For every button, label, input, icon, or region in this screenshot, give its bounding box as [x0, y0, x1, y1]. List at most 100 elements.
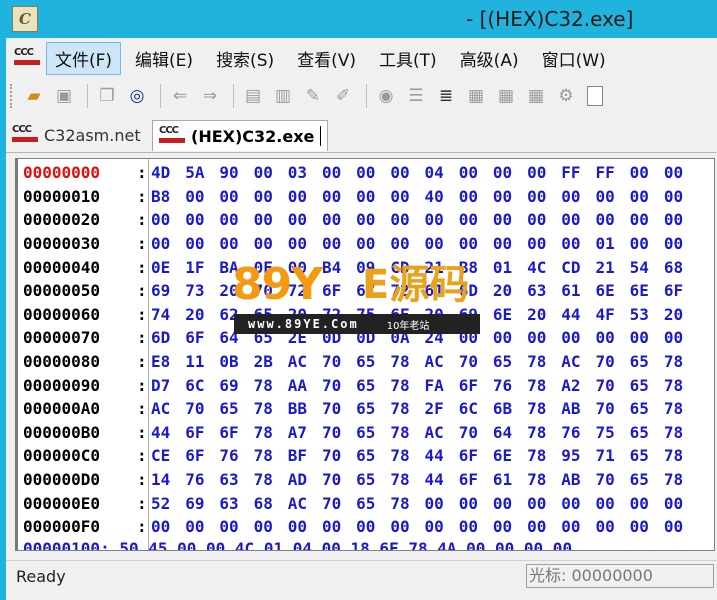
hex-row[interactable]: 000000D0:14 76 63 78 AD 70 65 78 44 6F 61 78 AB 70 65 7…	[23, 468, 698, 492]
hex-row[interactable]: 000000C0: CE 6F 76 78 BF 70 65 78 44 6F 6E 78 95 71 65 7…	[23, 444, 698, 468]
hex-byte[interactable]: 6F	[185, 328, 219, 347]
hex-byte[interactable]: 00	[322, 234, 356, 253]
hex-byte[interactable]: 2F	[425, 399, 459, 418]
hex-byte[interactable]: 78	[527, 446, 561, 465]
hex-row[interactable]: 00000080: E8 11 0B 2B AC 70 65 78 AC 70 65 78 AC 70 65 7…	[23, 350, 698, 374]
hex-byte[interactable]: 70	[595, 399, 629, 418]
hex-byte[interactable]: 00	[595, 210, 629, 229]
hex-byte[interactable]: 6F	[185, 423, 219, 442]
hex-byte[interactable]: AD	[288, 470, 322, 489]
hex-byte[interactable]: 00	[219, 234, 253, 253]
hex-byte[interactable]: 03	[288, 163, 322, 182]
gear-icon[interactable]: ⚙	[553, 83, 579, 109]
hex-byte[interactable]: 78	[390, 352, 424, 371]
hex-row[interactable]: 00000090: D7 6C 69 78 AA 70 65 78 FA 6F 76 78 A2 70 65 7…	[23, 373, 698, 397]
hex-byte[interactable]: 6C	[185, 376, 219, 395]
hex-byte[interactable]: 65	[356, 446, 390, 465]
hex-byte[interactable]: 65	[356, 470, 390, 489]
hex-byte[interactable]: 78	[390, 494, 424, 513]
hex-byte[interactable]: 00	[288, 517, 322, 536]
hex-byte[interactable]: 00	[664, 494, 698, 513]
hex-byte[interactable]: 63	[219, 470, 253, 489]
hex-byte[interactable]: 1F	[185, 258, 219, 277]
hex-byte[interactable]: 68	[664, 258, 698, 277]
hex-byte[interactable]: 00	[390, 187, 424, 206]
hex-byte[interactable]: 00	[493, 494, 527, 513]
hex-byte[interactable]: 00	[630, 517, 664, 536]
hex-byte[interactable]: 6F	[459, 376, 493, 395]
hex-byte[interactable]: FF	[561, 163, 595, 182]
hex-byte[interactable]: 61	[493, 470, 527, 489]
hex-byte[interactable]: 70	[322, 494, 356, 513]
open-folder-icon[interactable]: ▰	[21, 83, 47, 109]
hex-byte[interactable]: 78	[254, 399, 288, 418]
hex-byte[interactable]: 00	[595, 517, 629, 536]
hex-byte[interactable]: 00	[664, 187, 698, 206]
align-icon[interactable]: ≣	[433, 83, 459, 109]
hex-byte[interactable]: BB	[288, 399, 322, 418]
hex-byte[interactable]: 63	[219, 494, 253, 513]
hex-byte[interactable]: 78	[664, 470, 698, 489]
hex-byte[interactable]: 00	[561, 328, 595, 347]
hex-byte[interactable]: 00	[493, 163, 527, 182]
hex-byte[interactable]: 78	[664, 423, 698, 442]
hex-byte[interactable]: 00	[322, 517, 356, 536]
hex-row[interactable]: 00000020:00 00 00 00 00 00 00 00 00 00 00 00 00 00 00 0…	[23, 208, 698, 232]
hex-byte[interactable]: 78	[664, 399, 698, 418]
hex-byte[interactable]: 70	[322, 470, 356, 489]
hex-byte[interactable]: 6F	[459, 470, 493, 489]
hex-byte[interactable]: 00	[630, 210, 664, 229]
hex-byte[interactable]: AC	[288, 352, 322, 371]
hex-byte[interactable]: 78	[390, 446, 424, 465]
hex-byte[interactable]: 00	[390, 234, 424, 253]
hex-byte[interactable]: 68	[254, 494, 288, 513]
hex-byte[interactable]: 00	[561, 494, 595, 513]
hex-byte[interactable]: 00	[322, 210, 356, 229]
hex-byte[interactable]: 00	[425, 234, 459, 253]
hex-byte[interactable]: 6E	[493, 446, 527, 465]
hex-byte[interactable]: 78	[254, 446, 288, 465]
hex-byte[interactable]: 78	[254, 376, 288, 395]
hex-byte[interactable]: 65	[356, 399, 390, 418]
hex-byte[interactable]: AC	[561, 352, 595, 371]
menu-tools[interactable]: 工具(T)	[370, 42, 446, 75]
hex-byte[interactable]: 6D	[151, 328, 185, 347]
hex-byte[interactable]: 00	[425, 517, 459, 536]
hex-byte[interactable]: BF	[288, 446, 322, 465]
hex-byte[interactable]: 70	[595, 352, 629, 371]
hex-byte[interactable]: 52	[151, 494, 185, 513]
forward-arrow-icon[interactable]: ⇒	[197, 83, 223, 109]
hex-byte[interactable]: 78	[527, 376, 561, 395]
hex-byte[interactable]: 00	[151, 517, 185, 536]
hex-byte[interactable]: FA	[425, 376, 459, 395]
hex-byte[interactable]: E8	[151, 352, 185, 371]
hex-byte[interactable]: 00	[254, 187, 288, 206]
hex-byte[interactable]: 70	[322, 376, 356, 395]
hex-byte[interactable]: 00	[425, 210, 459, 229]
hex-row[interactable]: 00000000:4D 5A 90 00 03 00 00 00 04 00 00 00 FF FF 00 0…	[23, 161, 698, 185]
hex-byte[interactable]: 44	[425, 470, 459, 489]
hex-byte[interactable]: 65	[630, 446, 664, 465]
hex-byte[interactable]: 70	[322, 446, 356, 465]
hex-byte[interactable]: 00	[322, 187, 356, 206]
grid-icon[interactable]: ▦	[493, 83, 519, 109]
menu-window[interactable]: 窗口(W)	[533, 42, 615, 75]
tab-hex-c32exe[interactable]: CCC (HEX)C32.exe	[152, 120, 329, 151]
hex-byte[interactable]: AC	[288, 494, 322, 513]
hex-byte[interactable]: 00	[288, 234, 322, 253]
hex-byte[interactable]: 00	[219, 517, 253, 536]
hex-byte[interactable]: 6C	[459, 399, 493, 418]
hex-byte[interactable]: 00	[493, 187, 527, 206]
hex-byte[interactable]: 6B	[493, 399, 527, 418]
hex-byte[interactable]: AB	[561, 470, 595, 489]
hex-byte[interactable]: 70	[322, 423, 356, 442]
hex-byte[interactable]: 70	[185, 399, 219, 418]
hex-byte[interactable]: 00	[595, 494, 629, 513]
hex-byte[interactable]: 0E	[151, 258, 185, 277]
hex-byte[interactable]: 4D	[151, 163, 185, 182]
hex-byte[interactable]: 00	[561, 517, 595, 536]
hex-byte[interactable]: 01	[595, 234, 629, 253]
hex-byte[interactable]: 00	[595, 187, 629, 206]
hex-byte[interactable]: 00	[630, 494, 664, 513]
hex-byte[interactable]: 4C	[527, 258, 561, 277]
